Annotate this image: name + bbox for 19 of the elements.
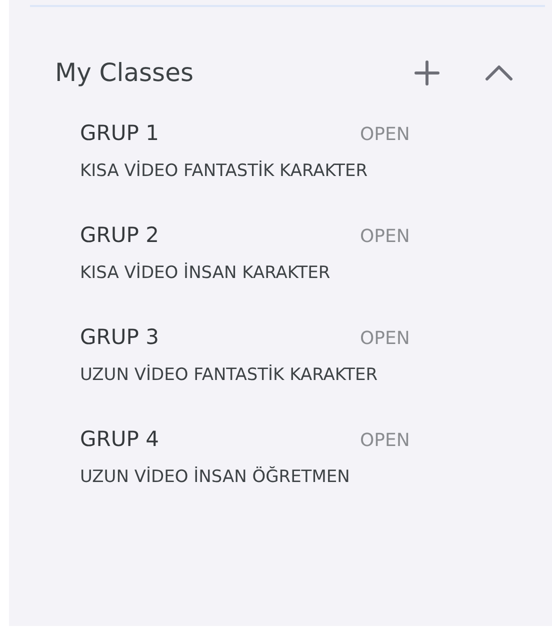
class-description: KISA VİDEO FANTASTİK KARAKTER	[80, 160, 369, 183]
class-item[interactable]: GRUP 3 OPEN UZUN VİDEO FANTASTİK KARAKTER	[80, 325, 552, 387]
class-name: GRUP 1	[80, 120, 160, 148]
class-description: UZUN VİDEO FANTASTİK KARAKTER	[80, 364, 379, 387]
class-name: GRUP 3	[80, 324, 160, 352]
class-status: OPEN	[360, 428, 410, 452]
class-status: OPEN	[360, 326, 410, 350]
class-item[interactable]: GRUP 1 OPEN KISA VİDEO FANTASTİK KARAKTER	[80, 121, 552, 183]
class-item[interactable]: GRUP 4 OPEN UZUN VİDEO İNSAN ÖĞRETMEN	[80, 427, 552, 489]
class-name: GRUP 4	[80, 426, 160, 454]
class-description: UZUN VİDEO İNSAN ÖĞRETMEN	[80, 465, 351, 489]
section-title: My Classes	[55, 57, 194, 90]
class-description: KISA VİDEO İNSAN KARAKTER	[80, 262, 332, 285]
add-icon	[413, 59, 441, 87]
class-name: GRUP 2	[80, 222, 160, 250]
class-status: OPEN	[360, 224, 410, 248]
chevron-up-icon	[484, 63, 514, 83]
class-item[interactable]: GRUP 2 OPEN KISA VİDEO İNSAN KARAKTER	[80, 223, 552, 285]
class-status: OPEN	[360, 122, 410, 146]
